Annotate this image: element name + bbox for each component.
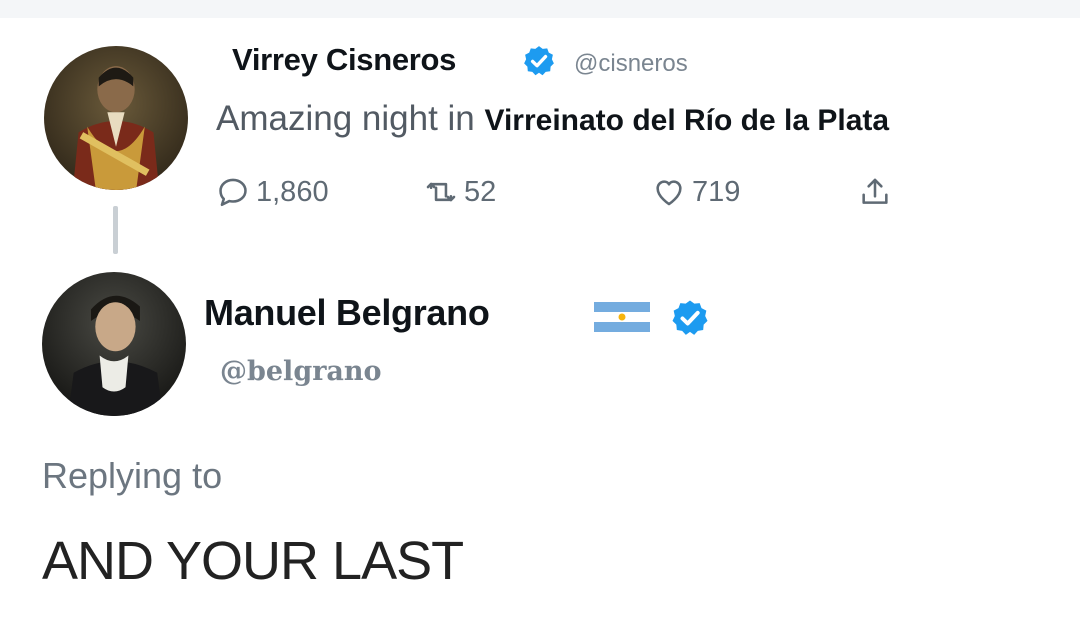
thread-connector-line bbox=[113, 206, 118, 254]
top-band bbox=[0, 0, 1080, 18]
verified-badge-icon bbox=[522, 44, 556, 78]
like-count: 719 bbox=[692, 175, 741, 208]
retweet-count: 52 bbox=[464, 175, 497, 208]
portrait-belgrano-icon bbox=[42, 272, 186, 416]
reply-button[interactable]: 1,860 bbox=[216, 170, 329, 214]
reply-icon bbox=[216, 175, 250, 209]
like-button[interactable]: 719 bbox=[652, 170, 740, 214]
argentina-flag-icon bbox=[594, 302, 650, 332]
tweet-text: Amazing night in Virreinato del Río de l… bbox=[216, 99, 889, 139]
replying-to-label: Replying to bbox=[42, 455, 223, 496]
reply-count: 1,860 bbox=[256, 175, 329, 208]
reply-author-handle[interactable]: @belgrano bbox=[220, 356, 382, 387]
retweet-icon bbox=[424, 175, 458, 209]
share-button[interactable] bbox=[858, 170, 898, 214]
tweet-text-plain: Amazing night in bbox=[216, 99, 485, 138]
tweet-author-name[interactable]: Virrey Cisneros bbox=[232, 42, 456, 78]
reply-author-name[interactable]: Manuel Belgrano bbox=[204, 292, 490, 334]
tweet-author-handle[interactable]: @cisneros bbox=[574, 50, 688, 78]
cisneros-avatar[interactable] bbox=[44, 46, 188, 190]
tweet-text-place[interactable]: Virreinato del Río de la Plata bbox=[484, 104, 889, 137]
belgrano-avatar[interactable] bbox=[42, 272, 186, 416]
reply-text: AND YOUR LAST bbox=[42, 531, 464, 591]
verified-badge-icon bbox=[670, 298, 710, 338]
share-icon bbox=[858, 175, 892, 209]
heart-icon bbox=[652, 175, 686, 209]
retweet-button[interactable]: 52 bbox=[424, 170, 496, 214]
portrait-cisneros-icon bbox=[44, 46, 188, 190]
